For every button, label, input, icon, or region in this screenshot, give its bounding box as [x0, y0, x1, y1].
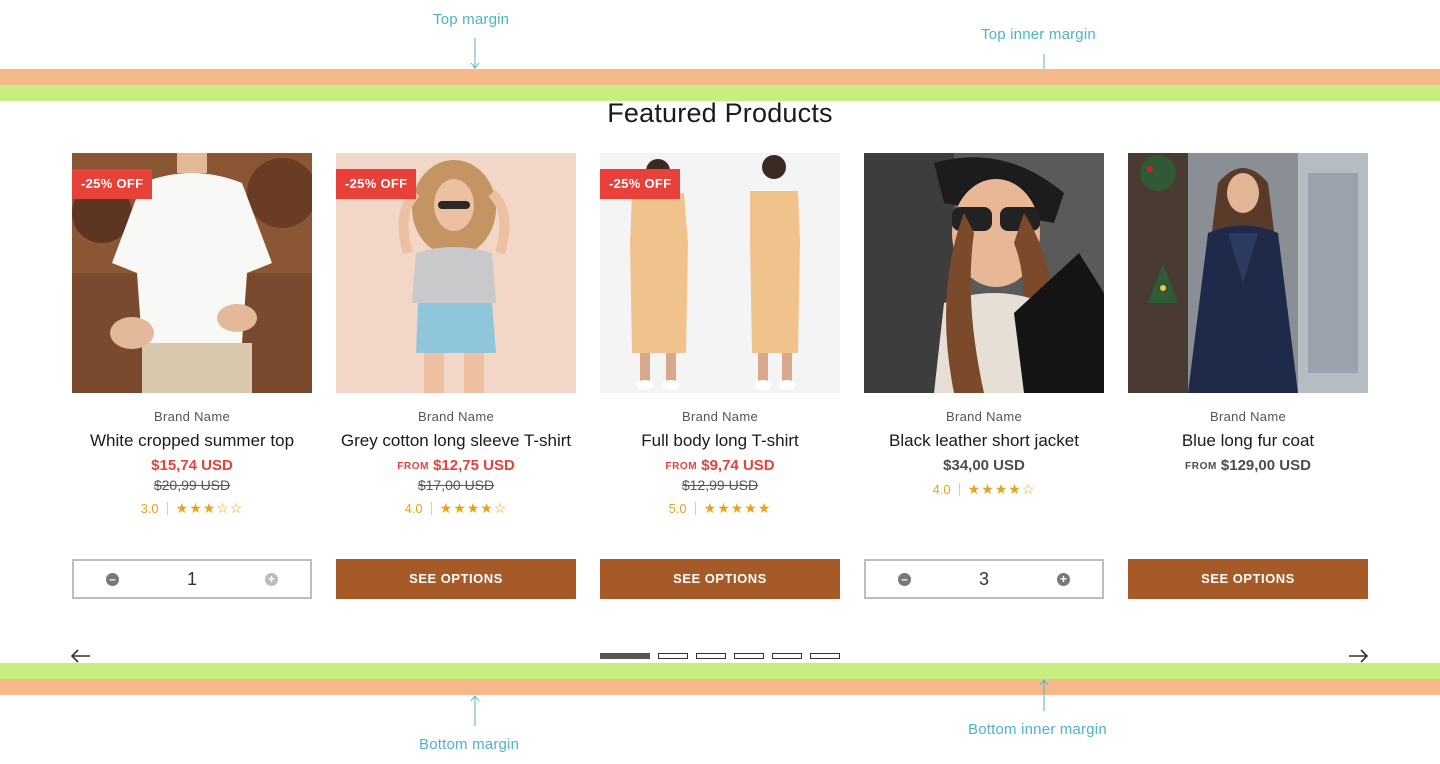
divider	[430, 502, 432, 515]
product-title[interactable]: Black leather short jacket	[864, 430, 1104, 452]
product-title[interactable]: Blue long fur coat	[1128, 430, 1368, 452]
quantity-value[interactable]: 3	[979, 569, 989, 590]
product-card: -25% OFF Brand Name White cropped summer…	[72, 153, 312, 517]
rating: 4.0 ★★★★☆	[864, 481, 1104, 498]
pagination-dot[interactable]	[734, 653, 764, 659]
top-margin-annotation: Top margin	[433, 11, 510, 28]
product-card: -25% OFF Brand Name Grey cotton long sle…	[336, 153, 576, 517]
price: $34,00 USD	[864, 457, 1104, 474]
bottom-margin-annotation: Bottom margin	[419, 736, 520, 753]
price-value: $12,75 USD	[433, 457, 515, 474]
bottom-margin-band	[0, 679, 1440, 695]
star-rating-icon: ★★★★☆	[967, 481, 1036, 497]
pagination-dot[interactable]	[772, 653, 802, 659]
divider	[166, 502, 168, 515]
rating: 3.0 ★★★☆☆	[72, 500, 312, 517]
divider	[958, 483, 960, 496]
sale-price: $15,74 USD	[72, 457, 312, 474]
brand-name: Brand Name	[418, 409, 494, 424]
sale-price: FROM $9,74 USD	[600, 457, 840, 474]
sale-price: FROM $12,75 USD	[336, 457, 576, 474]
from-label: FROM	[1185, 461, 1217, 472]
brand-name: Brand Name	[946, 409, 1022, 424]
arrow-up-icon	[1039, 679, 1049, 711]
rating: 5.0 ★★★★★	[600, 500, 840, 517]
product-card: Brand Name Blue long fur coat FROM $129,0…	[1128, 153, 1368, 474]
see-options-button[interactable]: SEE OPTIONS	[600, 559, 840, 599]
section-title: Featured Products	[607, 98, 833, 128]
price: FROM $129,00 USD	[1128, 457, 1368, 474]
plus-circle-icon[interactable]: +	[264, 572, 278, 586]
pagination-dot[interactable]	[810, 653, 840, 659]
star-rating-icon: ★★★☆☆	[175, 500, 244, 516]
product-image[interactable]	[864, 153, 1104, 393]
divider	[694, 502, 696, 515]
product-image[interactable]: -25% OFF	[600, 153, 840, 393]
top-margin-band	[0, 69, 1440, 85]
product-image[interactable]	[1128, 153, 1368, 393]
arrow-up-icon	[470, 695, 480, 726]
arrow-down-icon	[470, 38, 480, 69]
star-rating-icon: ★★★★☆	[439, 500, 508, 516]
plus-circle-icon[interactable]: +	[1056, 572, 1070, 586]
pagination-dot[interactable]	[696, 653, 726, 659]
compare-price: $17,00 USD	[417, 477, 495, 493]
rating-value: 5.0	[668, 501, 687, 516]
bottom-inner-margin-annotation: Bottom inner margin	[968, 721, 1107, 738]
product-card: -25% OFF Brand Name Full body long T-shi…	[600, 153, 840, 517]
product-card: Brand Name Black leather short jacket $3…	[864, 153, 1104, 498]
star-rating-icon: ★★★★★	[703, 500, 772, 516]
brand-name: Brand Name	[154, 409, 230, 424]
rating-value: 3.0	[140, 501, 159, 516]
bottom-inner-margin-band	[0, 663, 1440, 679]
price-value: $129,00 USD	[1220, 457, 1311, 474]
rating: 4.0 ★★★★☆	[336, 500, 576, 517]
rating-value: 4.0	[932, 482, 951, 497]
price-value: $9,74 USD	[701, 457, 775, 474]
from-label: FROM	[397, 461, 430, 472]
carousel-pagination	[600, 653, 840, 659]
discount-badge: -25% OFF	[600, 169, 681, 199]
product-title[interactable]: Grey cotton long sleeve T-shirt	[336, 430, 576, 452]
minus-circle-icon[interactable]: –	[106, 572, 119, 586]
product-title[interactable]: Full body long T-shirt	[600, 430, 840, 452]
compare-price: $20,99 USD	[153, 477, 231, 493]
compare-price: $12,99 USD	[681, 477, 759, 493]
quantity-stepper: – 1 +	[72, 559, 312, 599]
minus-circle-icon[interactable]: –	[898, 572, 911, 586]
rating-value: 4.0	[404, 501, 423, 516]
brand-name: Brand Name	[1210, 409, 1286, 424]
pagination-dot[interactable]	[600, 653, 650, 659]
top-inner-margin-annotation: Top inner margin	[981, 26, 1096, 43]
brand-name: Brand Name	[682, 409, 758, 424]
pagination-dot[interactable]	[658, 653, 688, 659]
price-value: $15,74 USD	[151, 457, 233, 474]
discount-badge: -25% OFF	[336, 169, 417, 199]
quantity-value[interactable]: 1	[187, 569, 197, 590]
discount-badge: -25% OFF	[72, 169, 153, 199]
product-image[interactable]: -25% OFF	[336, 153, 576, 393]
product-title[interactable]: White cropped summer top	[72, 430, 312, 452]
quantity-stepper: – 3 +	[864, 559, 1104, 599]
see-options-button[interactable]: SEE OPTIONS	[336, 559, 576, 599]
product-image[interactable]: -25% OFF	[72, 153, 312, 393]
see-options-button[interactable]: SEE OPTIONS	[1128, 559, 1368, 599]
from-label: FROM	[665, 461, 698, 472]
price-value: $34,00 USD	[943, 457, 1025, 474]
